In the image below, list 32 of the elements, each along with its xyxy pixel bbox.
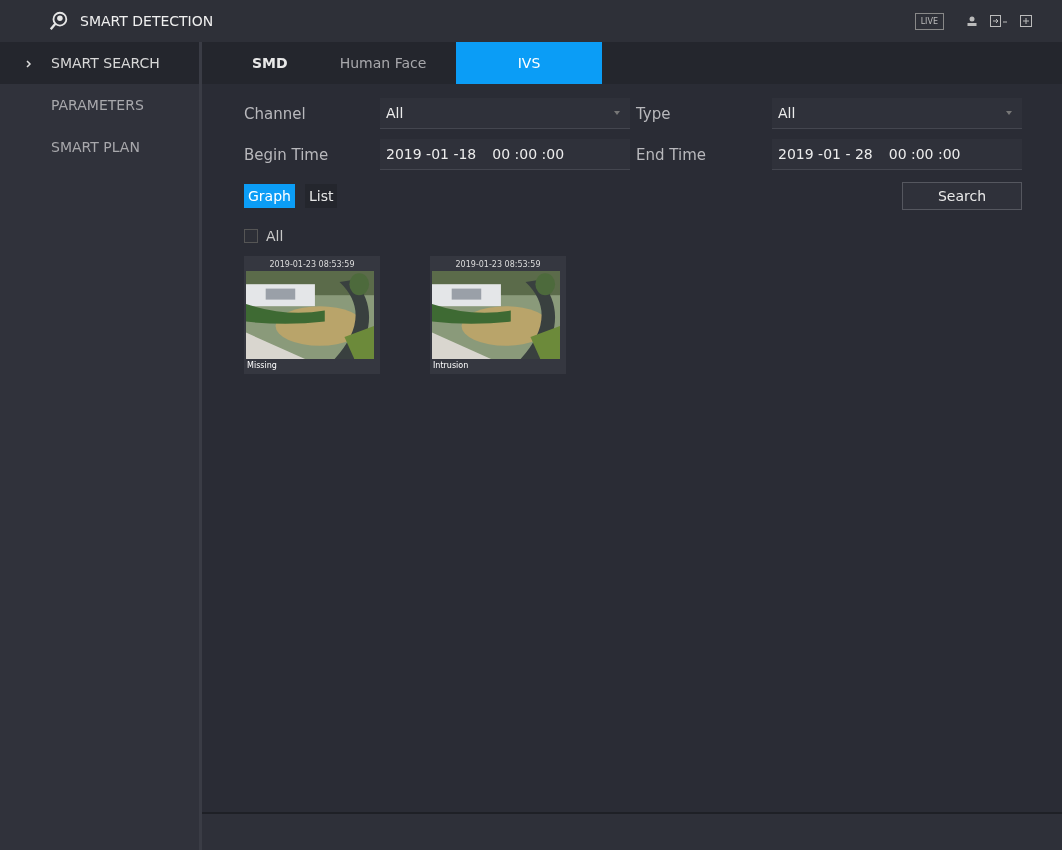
event-caption: Intrusion [432, 360, 470, 370]
timestamp: 2019-01-23 08:53:59 [454, 259, 542, 271]
view-mode-tab[interactable]: List [304, 184, 338, 208]
live-button[interactable]: LIVE [914, 12, 944, 30]
tab[interactable]: Human Face [310, 42, 456, 84]
sidebar-item[interactable]: SMART PLAN [0, 126, 199, 168]
search-button[interactable]: Search [902, 182, 1022, 210]
sidebar-item[interactable]: PARAMETERS [0, 84, 199, 126]
chevron-icon [26, 60, 32, 68]
caret-icon [614, 111, 620, 115]
field-label: Channel [244, 104, 307, 123]
checkbox[interactable] [244, 229, 258, 243]
type-dropdown[interactable]: All [772, 98, 1022, 129]
begin-time-field[interactable]: 2019 -01 -18 00 :00 :00 [380, 139, 630, 170]
logout-icon[interactable] [990, 15, 1008, 27]
user-icon[interactable] [966, 15, 978, 27]
magnifier-icon [48, 10, 70, 32]
field-label: Type [636, 104, 672, 123]
event-caption: Missing [246, 360, 278, 370]
channel-dropdown[interactable]: All [380, 98, 630, 129]
fullscreen-icon[interactable] [1020, 15, 1032, 27]
checkbox-label: All [266, 228, 284, 244]
app-title: SMART DETECTION [80, 13, 214, 29]
timestamp: 2019-01-23 08:53:59 [268, 259, 356, 271]
result-card[interactable]: 2019-01-23 08:53:59 Missing [244, 256, 380, 374]
sidebar-item[interactable]: SMART SEARCH [0, 42, 199, 84]
end-time-field[interactable]: 2019 -01 - 28 00 :00 :00 [772, 139, 1022, 170]
result-card[interactable]: 2019-01-23 08:53:59 Intrusion [430, 256, 566, 374]
field-label: End Time [636, 145, 707, 164]
tab[interactable]: SMD [232, 42, 310, 84]
caret-icon [1006, 111, 1012, 115]
field-label: Begin Time [244, 145, 330, 164]
